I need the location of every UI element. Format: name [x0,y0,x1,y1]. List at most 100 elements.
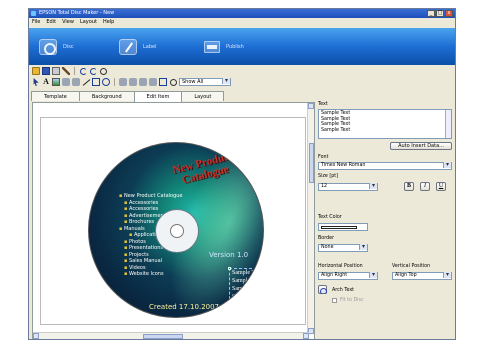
border-select[interactable]: None [318,244,368,252]
view-select-value: Show All [182,79,204,85]
disc-icon [39,39,57,55]
vertical-scroll-thumb[interactable] [309,143,314,183]
version-text[interactable]: Version 1.0 [209,251,248,259]
tab-edit-item[interactable]: Edit Item [133,91,183,102]
bring-front-icon[interactable] [119,78,127,86]
tab-bar: Template Background Edit Item Layout [31,91,225,102]
sample-text-selection[interactable]: Sample Text Sample Text Sample Text Samp… [228,267,263,305]
horizontal-scroll-thumb[interactable] [143,334,183,339]
align-icon[interactable] [139,78,147,86]
save-icon[interactable] [42,67,50,75]
frame-icon[interactable] [159,78,167,86]
app-icon [31,11,36,16]
step-publish-label: Publish [226,44,244,50]
paper-area: New Product Catalogue New Product Catalo… [40,117,306,325]
fit-to-disc-label: Fit to Disc [340,298,364,303]
sample-text: Sample Text [232,294,262,300]
step-disc[interactable]: Disc [39,36,74,58]
text-area-scrollbar[interactable] [445,110,451,138]
tree-node: New Product Catalogue [119,193,183,200]
text-color-picker[interactable] [318,223,368,231]
send-back-icon[interactable] [129,78,137,86]
horizontal-position-select[interactable]: Align Right [318,272,378,280]
step-label-label: Label [143,44,157,50]
resize-handle[interactable] [228,302,231,305]
italic-button[interactable]: I [420,182,430,191]
tab-template[interactable]: Template [31,91,80,101]
fit-to-disc-checkbox[interactable] [332,298,337,303]
step-label[interactable]: Label [119,36,157,58]
sample-text: Sample Text [232,278,262,284]
font-size-select[interactable]: 12 [318,183,378,191]
maximize-button[interactable]: □ [436,10,444,17]
image-tool-icon[interactable] [52,78,60,86]
printer-icon [204,41,220,53]
color-swatch [321,226,357,229]
select-cursor-icon[interactable] [33,78,39,86]
title-bar: EPSON Total Disc Maker - New _ □ x [29,9,455,18]
ellipse-tool-icon[interactable] [102,78,110,86]
underline-button[interactable]: U [436,182,446,191]
font-select[interactable]: Times New Roman [318,162,452,170]
menu-file[interactable]: File [32,18,40,27]
scroll-up-arrow[interactable] [308,103,314,109]
vertical-scrollbar[interactable] [307,103,314,334]
arch-text-icon[interactable] [318,285,327,295]
pen-icon [119,39,137,55]
tree-node: Website Icons [119,271,183,278]
group-icon[interactable] [149,78,157,86]
tab-layout[interactable]: Layout [181,91,225,101]
text-line: Sample Text [321,127,351,133]
redo-icon[interactable] [89,67,97,75]
sample-text: Sample Text [232,270,262,276]
window-title: EPSON Total Disc Maker - New [39,10,115,16]
bold-button[interactable]: B [404,182,414,191]
view-zoom-icon[interactable] [169,78,177,86]
chart-tool-icon[interactable] [72,78,80,86]
menu-help[interactable]: Help [103,18,114,27]
horizontal-scrollbar[interactable] [33,332,309,339]
main-toolbar [29,66,455,76]
horizontal-position-label: Horizontal Position [318,264,363,269]
vertical-position-label: Vertical Position [392,264,431,269]
disc-label-preview[interactable]: New Product Catalogue New Product Catalo… [88,142,264,318]
auto-insert-data-button[interactable]: Auto Insert Data... [390,142,452,150]
scroll-right-arrow[interactable] [303,333,309,339]
undo-icon[interactable] [79,67,87,75]
tools-icon[interactable] [62,67,70,75]
font-size-value: 12 [321,184,328,189]
workflow-steps: Disc Label Publish [29,28,455,65]
tab-background[interactable]: Background [78,91,135,101]
zoom-icon[interactable] [99,67,107,75]
menu-edit[interactable]: Edit [46,18,56,27]
step-publish[interactable]: Publish [204,36,244,58]
print-icon[interactable] [52,67,60,75]
arch-text-label: Arch Text [332,288,355,293]
open-folder-icon[interactable] [32,67,40,75]
disc-hub [155,209,199,253]
text-label: Text [318,102,328,107]
design-canvas[interactable]: New Product Catalogue New Product Catalo… [32,102,315,339]
menu-view[interactable]: View [62,18,74,27]
created-date-text[interactable]: Created 17.10.2007 [149,303,219,311]
view-select[interactable]: Show All [179,78,231,86]
scroll-left-arrow[interactable] [33,333,39,339]
rectangle-tool-icon[interactable] [92,78,100,86]
text-input-area[interactable]: Sample Text Sample Text Sample Text Sample … [318,109,452,139]
vertical-position-select[interactable]: Align Top [392,272,452,280]
font-select-value: Times New Roman [321,163,366,168]
close-button[interactable]: x [445,10,453,17]
border-label: Border [318,236,335,241]
barcode-tool-icon[interactable] [62,78,70,86]
sample-text: Sample Text [232,286,262,292]
drawing-toolbar: A Show All [29,77,455,87]
properties-panel: Text Sample Text Sample Text Sample Text Sa… [318,102,454,339]
text-color-label: Text Color [318,215,342,220]
minimize-button[interactable]: _ [427,10,435,17]
text-tool-icon[interactable]: A [42,78,50,86]
border-select-value: None [321,245,334,250]
menu-layout[interactable]: Layout [80,18,97,27]
line-tool-icon[interactable] [82,78,90,86]
resize-handle[interactable] [228,267,231,270]
window-controls: _ □ x [427,10,453,17]
